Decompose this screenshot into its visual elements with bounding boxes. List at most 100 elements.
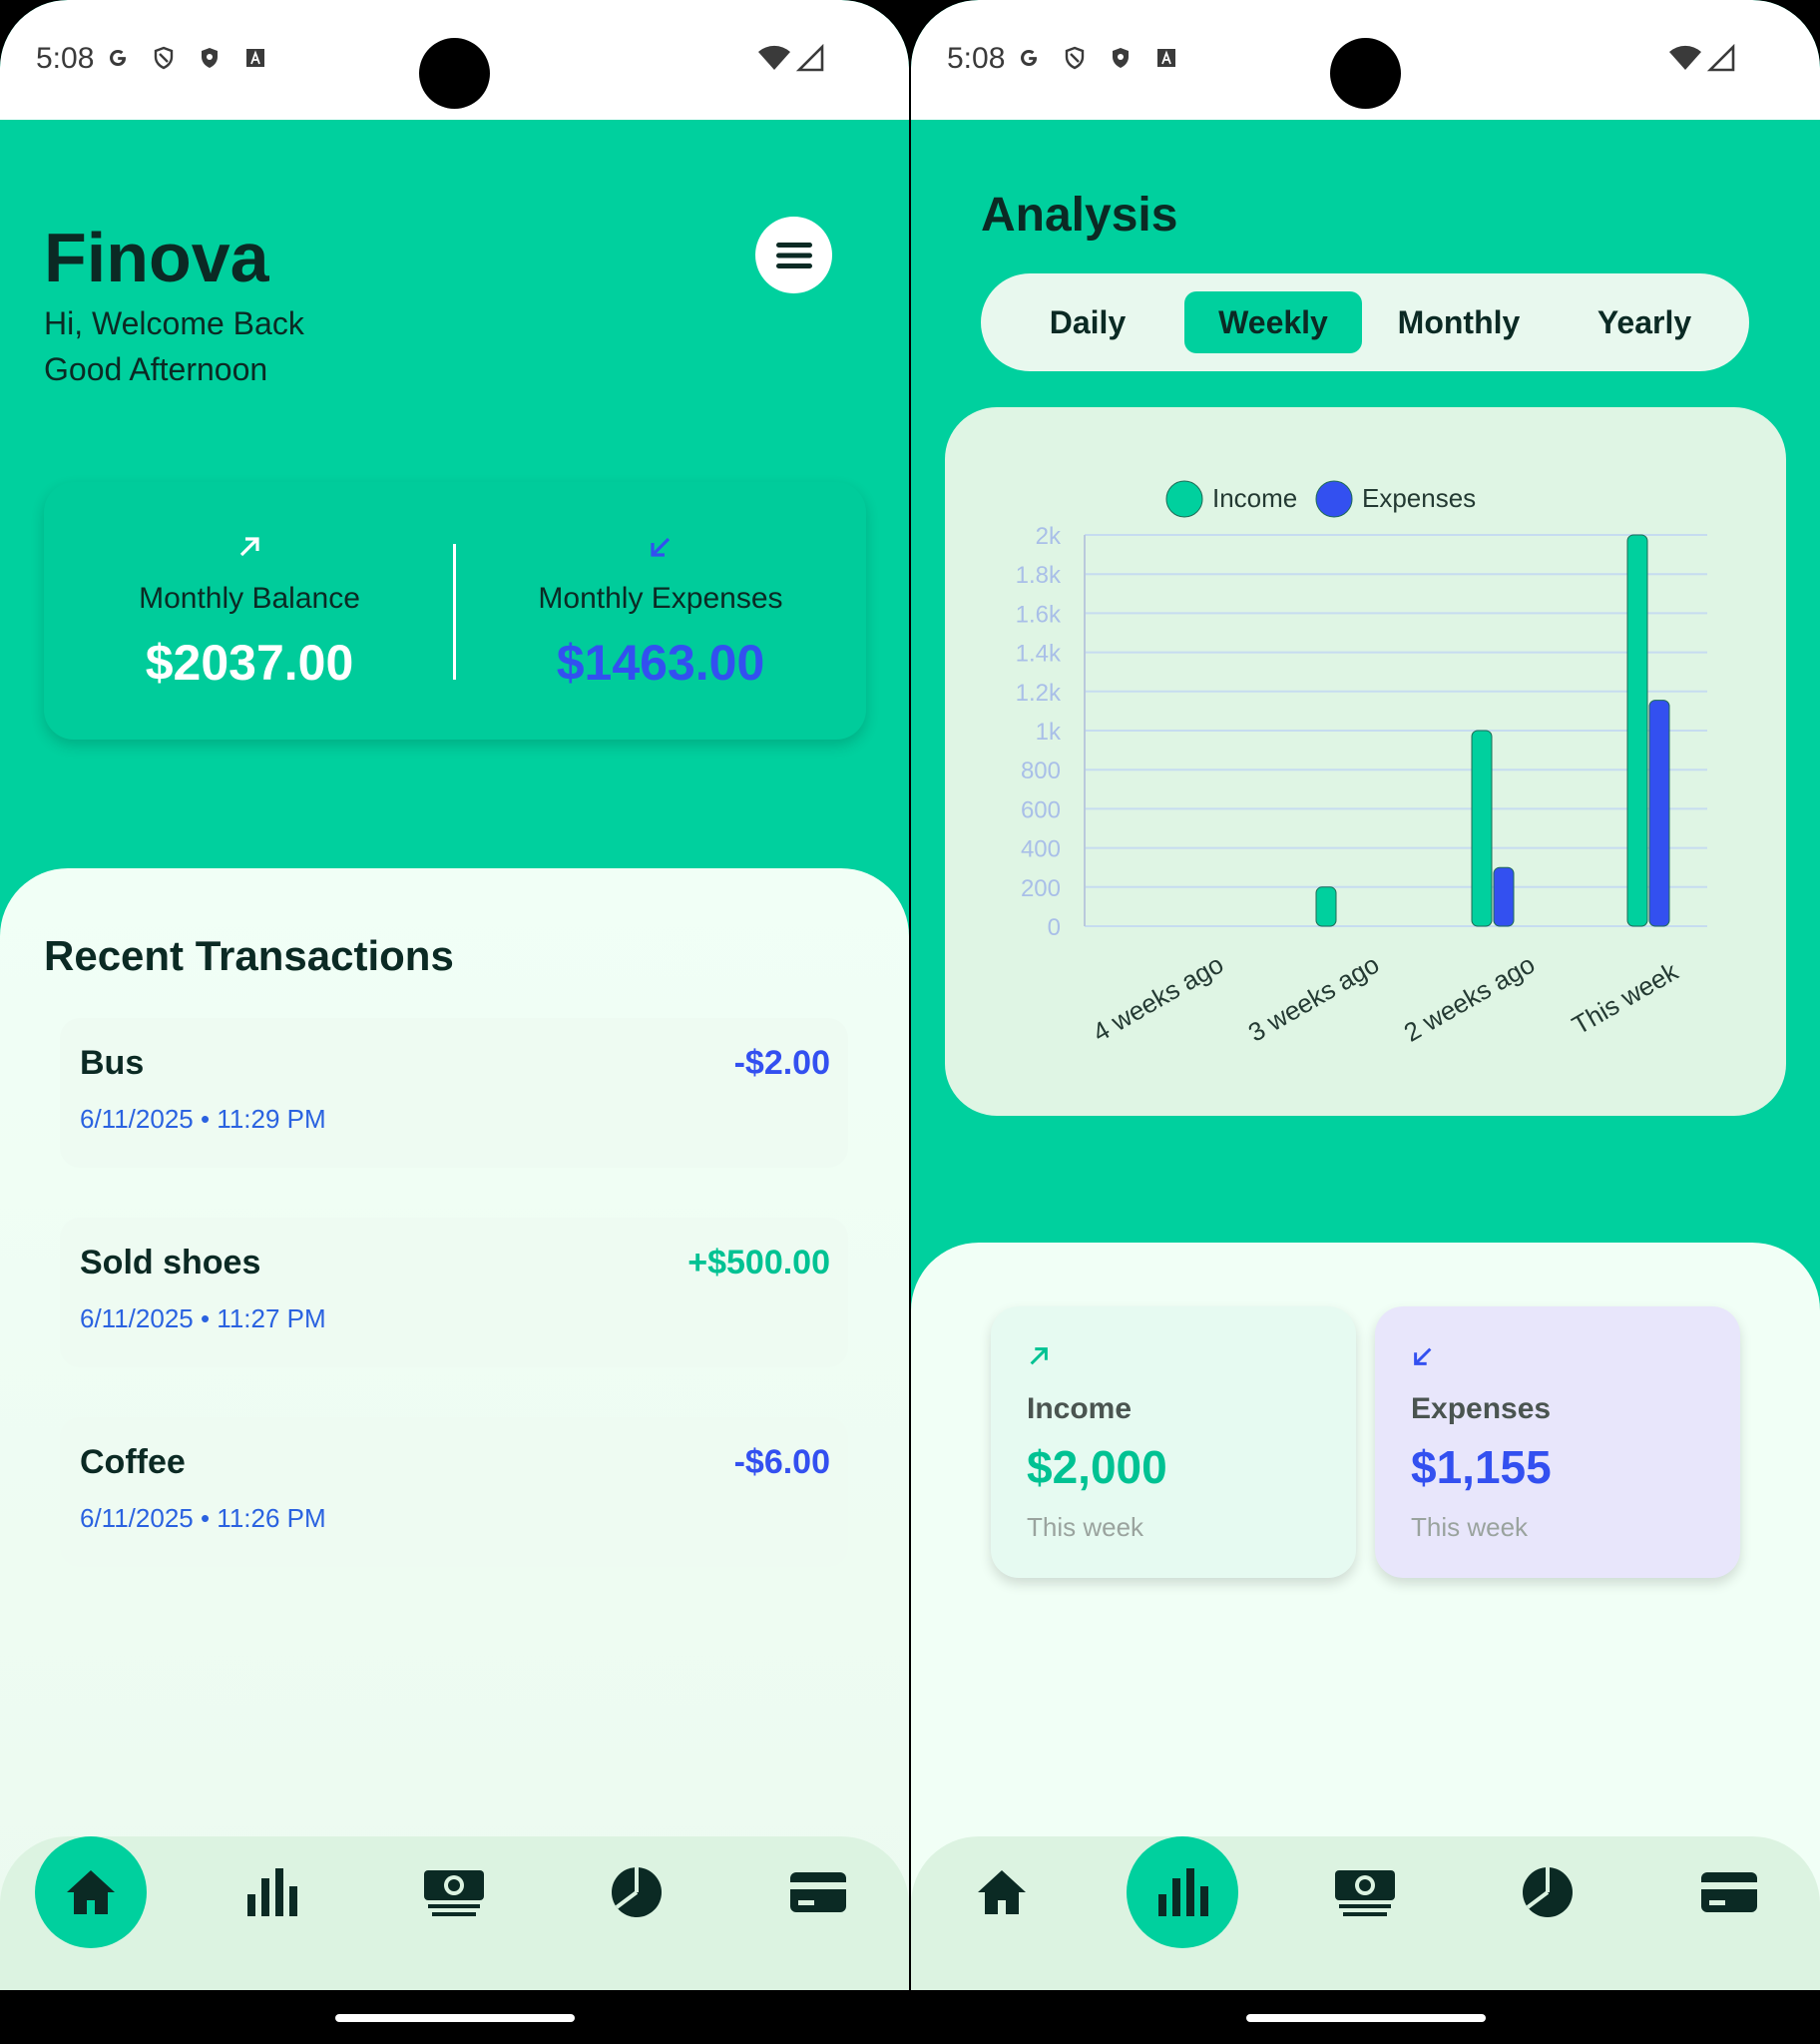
status-notification-icons — [1015, 44, 1180, 72]
card-icon — [790, 1872, 846, 1912]
gesture-bar — [335, 2014, 575, 2022]
bottom-nav — [0, 1836, 909, 1990]
transaction-amount: -$2.00 — [733, 1044, 830, 1082]
monthly-expenses-block: Monthly Expenses $1463.00 — [455, 482, 866, 740]
x-tick-label: This week — [1567, 955, 1683, 1040]
menu-button[interactable] — [755, 217, 832, 293]
nav-analysis[interactable] — [216, 1836, 327, 1948]
x-tick-label: 4 weeks ago — [1088, 949, 1228, 1048]
expenses-stat-label: Expenses — [1411, 1392, 1552, 1425]
signal-icon — [795, 44, 824, 72]
tab-daily[interactable]: Daily — [999, 291, 1176, 353]
y-tick-label: 600 — [1021, 796, 1061, 823]
y-tick-label: 1.2k — [1016, 680, 1062, 707]
greeting-subtext: Good Afternoon — [44, 351, 268, 387]
y-tick-label: 1.4k — [1016, 641, 1062, 668]
status-bar: 5:08 — [911, 0, 1820, 120]
card-icon — [1701, 1872, 1757, 1912]
bar-income — [1626, 534, 1648, 927]
monthly-expenses-label: Monthly Expenses — [538, 582, 783, 615]
y-tick-label: 1.6k — [1016, 601, 1062, 628]
arrow-up-right-icon — [1030, 1347, 1048, 1365]
transaction-item[interactable]: Coffee -$6.00 6/11/2025 • 11:26 PM — [60, 1417, 848, 1567]
x-tick-label: 3 weeks ago — [1243, 949, 1384, 1048]
legend-swatch — [1315, 480, 1353, 518]
tab-weekly[interactable]: Weekly — [1184, 291, 1362, 353]
signal-icon — [1706, 44, 1735, 72]
wifi-icon — [758, 45, 790, 70]
transaction-name: Coffee — [80, 1443, 186, 1481]
home-icon — [978, 1870, 1026, 1914]
bar-income — [1471, 730, 1493, 927]
menu-icon — [775, 242, 812, 268]
x-tick-label: 2 weeks ago — [1399, 949, 1540, 1048]
expenses-stat-card[interactable]: Expenses $1,155 This week — [1375, 1306, 1740, 1578]
transaction-date: 6/11/2025 • 11:26 PM — [80, 1503, 326, 1533]
transaction-item[interactable]: Bus -$2.00 6/11/2025 • 11:29 PM — [60, 1018, 848, 1168]
home-screen: 5:08 Finova Hi, Welcome Back Good Aftern… — [0, 0, 909, 1990]
income-expenses-bar-chart: 0 200 400 600 800 1k 1.2k 1.4k 1.6k 1.8k 2k 4 weeks… — [1016, 480, 1707, 1048]
nav-categories[interactable] — [1492, 1836, 1603, 1948]
monthly-summary-card: Monthly Balance $2037.00 Monthly Expense… — [44, 482, 866, 740]
status-system-icons — [1668, 44, 1736, 72]
nav-categories[interactable] — [581, 1836, 692, 1948]
income-stat-label: Income — [1027, 1392, 1133, 1425]
tab-yearly[interactable]: Yearly — [1556, 291, 1733, 353]
categories-icon — [612, 1867, 662, 1917]
transaction-name: Sold shoes — [80, 1244, 261, 1281]
expenses-stat-value: $1,155 — [1411, 1441, 1552, 1493]
nav-card[interactable] — [1673, 1836, 1785, 1948]
arrow-down-left-icon — [651, 537, 671, 557]
status-notification-icons — [104, 44, 269, 72]
transaction-name: Bus — [80, 1044, 145, 1082]
transaction-amount: +$500.00 — [687, 1244, 830, 1281]
income-stat-period: This week — [1027, 1512, 1144, 1542]
nav-home[interactable] — [946, 1836, 1058, 1948]
transactions-icon — [1335, 1870, 1395, 1916]
status-time: 5:08 — [947, 42, 1006, 75]
font-a-icon — [246, 49, 264, 67]
recent-transactions-panel: Recent Transactions Bus -$2.00 6/11/2025… — [0, 868, 909, 1990]
y-tick-label: 2k — [1036, 523, 1062, 550]
bar-income — [1315, 886, 1337, 927]
legend-label: Income — [1212, 483, 1297, 513]
status-bar: 5:08 — [0, 0, 909, 120]
gesture-bar — [1246, 2014, 1486, 2022]
y-tick-label: 1k — [1036, 719, 1062, 746]
shield-icon — [202, 48, 218, 68]
categories-icon — [1523, 1867, 1573, 1917]
wifi-icon — [1669, 45, 1701, 70]
arrow-down-left-icon — [1414, 1347, 1432, 1365]
shield-icon — [1113, 48, 1129, 68]
nav-transactions[interactable] — [398, 1836, 510, 1948]
bar-expenses — [1648, 700, 1670, 927]
monthly-balance-label: Monthly Balance — [139, 582, 360, 615]
shield-outline-icon — [154, 46, 174, 70]
analysis-icon — [1158, 1868, 1208, 1916]
arrow-up-right-icon — [239, 537, 259, 557]
transaction-item[interactable]: Sold shoes +$500.00 6/11/2025 • 11:27 PM — [60, 1218, 848, 1367]
income-stat-value: $2,000 — [1027, 1441, 1167, 1493]
app-title: Finova — [44, 219, 269, 296]
y-tick-label: 400 — [1021, 836, 1061, 863]
y-tick-label: 0 — [1048, 914, 1061, 941]
transaction-date: 6/11/2025 • 11:27 PM — [80, 1303, 326, 1333]
transactions-icon — [424, 1870, 484, 1916]
tab-monthly[interactable]: Monthly — [1370, 291, 1548, 353]
nav-transactions[interactable] — [1309, 1836, 1421, 1948]
nav-analysis[interactable] — [1127, 1836, 1238, 1948]
weekly-chart-card: 0 200 400 600 800 1k 1.2k 1.4k 1.6k 1.8k 2k 4 weeks… — [945, 407, 1786, 1116]
bottom-nav — [911, 1836, 1820, 1990]
analysis-screen: 5:08 Analysis Daily Weekly Monthly Yearl… — [911, 0, 1820, 1990]
shield-outline-icon — [1065, 46, 1085, 70]
status-time: 5:08 — [36, 42, 95, 75]
google-icon — [1021, 49, 1037, 67]
bar-expenses — [1493, 866, 1515, 927]
income-stat-card[interactable]: Income $2,000 This week — [991, 1306, 1356, 1578]
monthly-balance-value: $2037.00 — [145, 635, 354, 691]
nav-card[interactable] — [762, 1836, 874, 1948]
recent-transactions-title: Recent Transactions — [44, 932, 454, 979]
nav-home[interactable] — [35, 1836, 147, 1948]
camera-cutout — [1330, 38, 1401, 109]
google-icon — [110, 49, 126, 67]
